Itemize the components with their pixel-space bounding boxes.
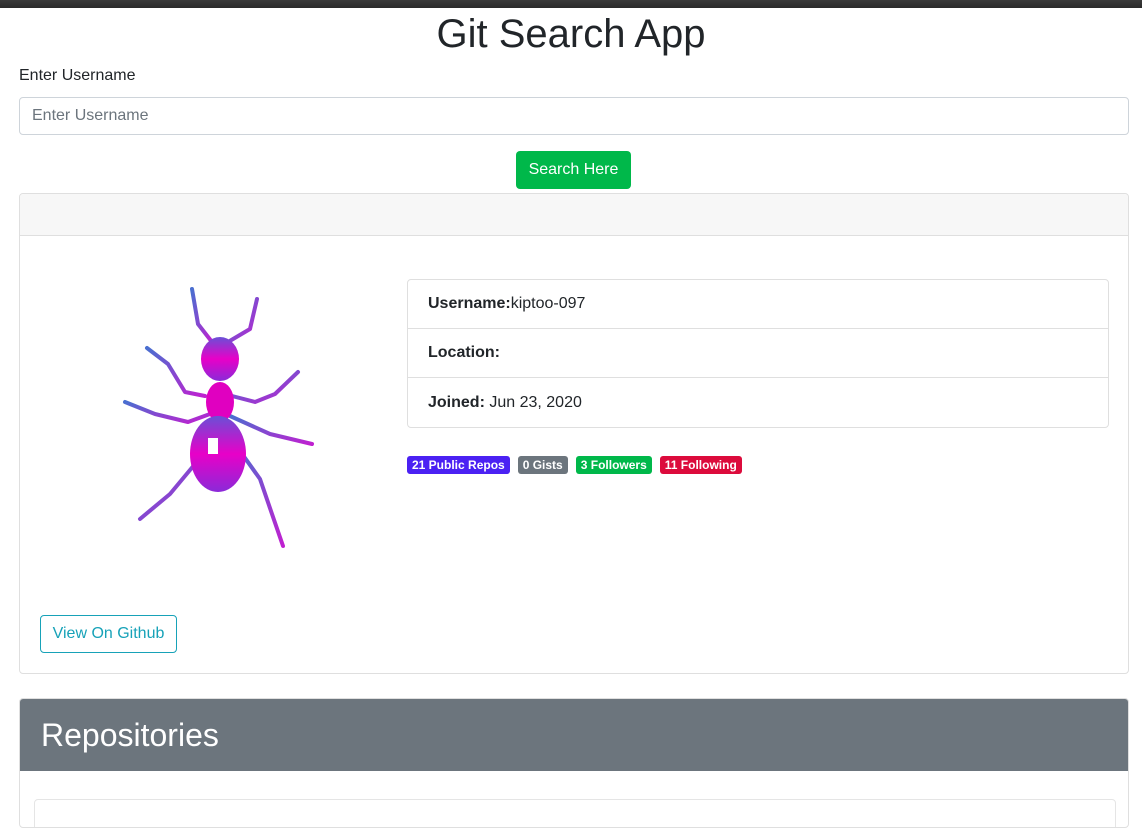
repositories-title: Repositories [41, 716, 219, 753]
view-on-github-button[interactable]: View On Github [40, 615, 177, 653]
stats-badges: 21 Public Repos 0 Gists 3 Followers 11 F… [407, 456, 742, 474]
ant-icon [123, 287, 314, 548]
info-username-value: kiptoo-097 [510, 295, 586, 312]
profile-card: Username: kiptoo-097 Location: Joined: J… [19, 193, 1129, 674]
info-joined-value: Jun 23, 2020 [484, 393, 582, 411]
app-title: Git Search App [436, 12, 706, 56]
username-input[interactable] [19, 97, 1129, 135]
repository-list-item [34, 799, 1116, 827]
info-joined-key: Joined: [428, 393, 485, 411]
badge-following: 11 Following [659, 456, 742, 474]
info-joined: Joined: Jun 23, 2020 [408, 378, 1108, 427]
info-location: Location: [408, 329, 1108, 378]
badge-followers: 3 Followers [575, 456, 652, 474]
profile-info-list: Username: kiptoo-097 Location: Joined: J… [407, 279, 1109, 428]
search-button[interactable]: Search Here [516, 151, 631, 189]
avatar [100, 284, 320, 564]
info-location-key: Location: [428, 344, 500, 361]
badge-public-repos: 21 Public Repos [407, 456, 510, 474]
username-label: Enter Username [19, 67, 136, 84]
repositories-header: Repositories [20, 699, 1128, 771]
browser-top-strip [0, 0, 1142, 8]
profile-card-header [20, 194, 1128, 236]
badge-gists: 0 Gists [517, 456, 568, 474]
info-username-key: Username: [428, 295, 511, 312]
info-username: Username: kiptoo-097 [408, 280, 1108, 329]
